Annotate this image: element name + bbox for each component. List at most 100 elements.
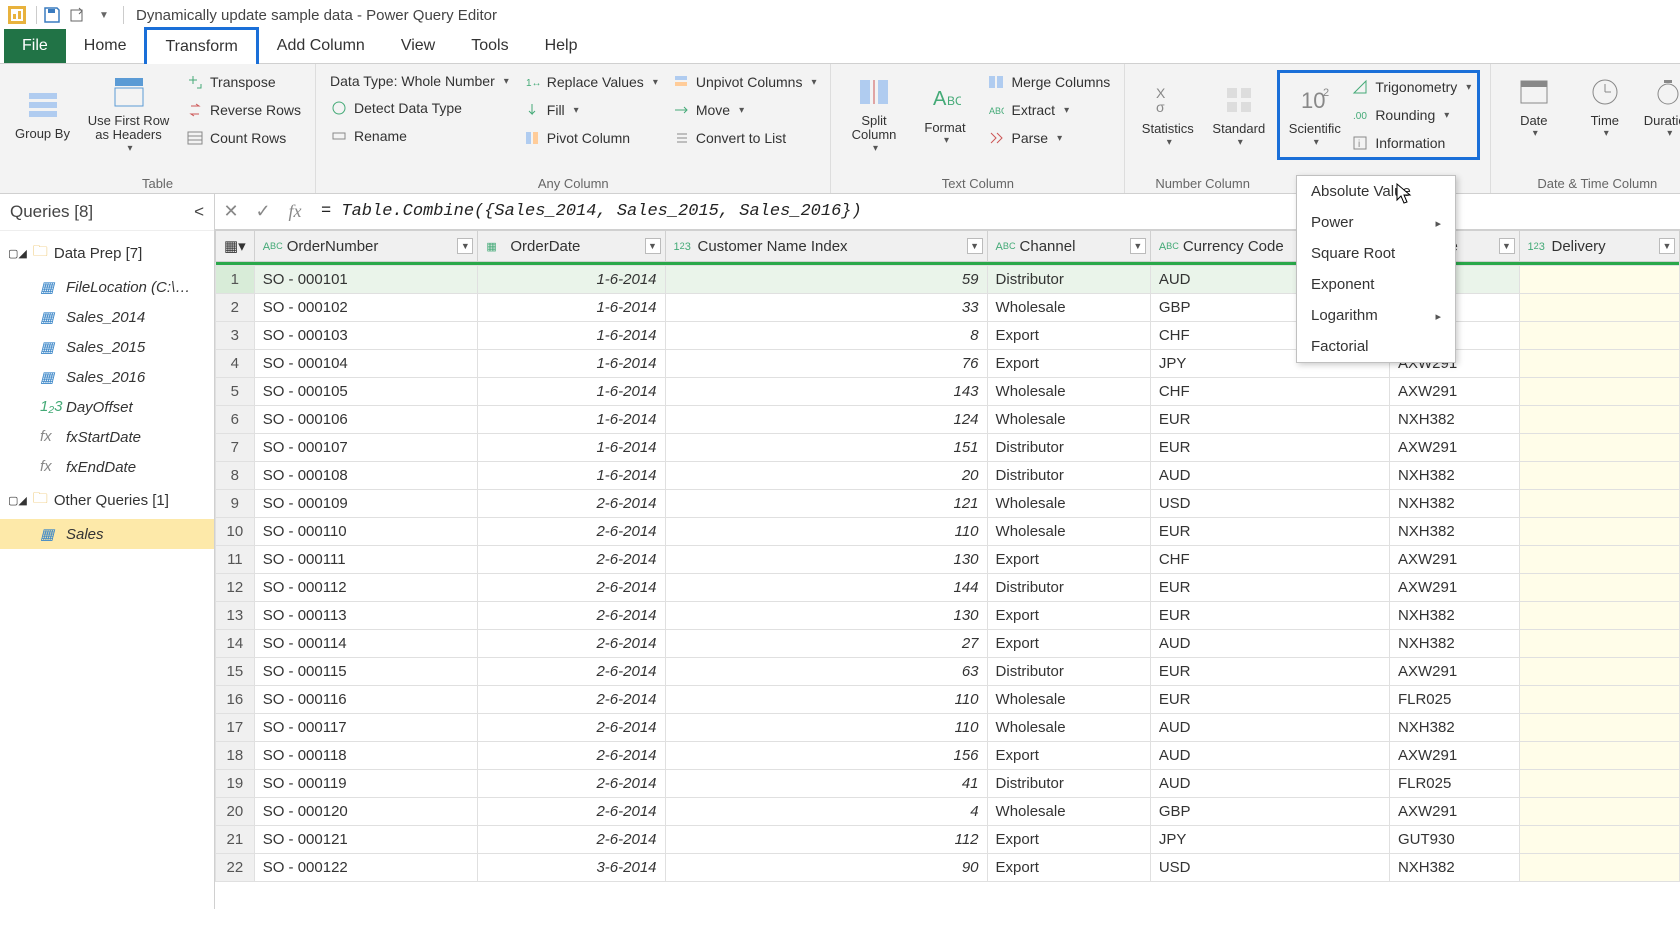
- tab-help[interactable]: Help: [527, 29, 596, 63]
- tree-item[interactable]: ▦FileLocation (C:\…: [0, 272, 214, 302]
- menu-absolute-value[interactable]: Absolute Value: [1297, 176, 1455, 207]
- table-row[interactable]: 22 SO - 000122 3-6-2014 90 Export USD NX…: [216, 854, 1680, 882]
- tree-item[interactable]: 1₂3DayOffset: [0, 392, 214, 422]
- tab-tools[interactable]: Tools: [453, 29, 526, 63]
- unpivot-button[interactable]: Unpivot Columns: [668, 70, 821, 94]
- tab-view[interactable]: View: [383, 29, 453, 63]
- table-row[interactable]: 21 SO - 000121 2-6-2014 112 Export JPY G…: [216, 826, 1680, 854]
- convert-list-button[interactable]: Convert to List: [668, 126, 821, 150]
- tree-group-dataprep[interactable]: ▢◢ 🗀 Data Prep [7]: [0, 235, 214, 272]
- count-icon: [186, 129, 204, 147]
- merge-columns-button[interactable]: Merge Columns: [983, 70, 1114, 94]
- format-button[interactable]: ABC Format: [912, 70, 977, 158]
- formula-accept-button[interactable]: ✓: [247, 196, 279, 228]
- column-header[interactable]: ABCChannel▼: [987, 231, 1150, 262]
- table-row[interactable]: 19 SO - 000119 2-6-2014 41 Distributor A…: [216, 770, 1680, 798]
- trigonometry-button[interactable]: Trigonometry: [1347, 75, 1475, 99]
- tab-transform[interactable]: Transform: [144, 27, 258, 64]
- filter-icon[interactable]: ▼: [645, 238, 661, 254]
- tab-add-column[interactable]: Add Column: [259, 29, 383, 63]
- table-row[interactable]: 16 SO - 000116 2-6-2014 110 Wholesale EU…: [216, 686, 1680, 714]
- table-row[interactable]: 5 SO - 000105 1-6-2014 143 Wholesale CHF…: [216, 378, 1680, 406]
- table-row[interactable]: 2 SO - 000102 1-6-2014 33 Wholesale GBP: [216, 294, 1680, 322]
- menu-power[interactable]: Power: [1297, 207, 1455, 238]
- filter-icon[interactable]: ▼: [967, 238, 983, 254]
- cell-date: 2-6-2014: [478, 602, 665, 630]
- cell-delivery: [1519, 546, 1680, 574]
- detect-type-button[interactable]: Detect Data Type: [326, 96, 513, 120]
- table-row[interactable]: 15 SO - 000115 2-6-2014 63 Distributor E…: [216, 658, 1680, 686]
- filter-icon[interactable]: ▼: [1659, 238, 1675, 254]
- tree-item[interactable]: fxfxStartDate: [0, 422, 214, 452]
- parse-button[interactable]: Parse: [983, 126, 1114, 150]
- table-row[interactable]: 13 SO - 000113 2-6-2014 130 Export EUR N…: [216, 602, 1680, 630]
- qat-dropdown-icon[interactable]: ▼: [93, 4, 115, 26]
- column-header[interactable]: ▦OrderDate▼: [478, 231, 665, 262]
- collapse-icon[interactable]: <: [194, 202, 204, 222]
- table-row[interactable]: 6 SO - 000106 1-6-2014 124 Wholesale EUR…: [216, 406, 1680, 434]
- table-row[interactable]: 1 SO - 000101 1-6-2014 59 Distributor AU…: [216, 266, 1680, 294]
- formula-fx-icon[interactable]: fx: [279, 196, 311, 228]
- cell-index: 4: [665, 798, 987, 826]
- extract-button[interactable]: ABCExtract: [983, 98, 1114, 122]
- table-row[interactable]: 8 SO - 000108 1-6-2014 20 Distributor AU…: [216, 462, 1680, 490]
- table-row[interactable]: 20 SO - 000120 2-6-2014 4 Wholesale GBP …: [216, 798, 1680, 826]
- standard-button[interactable]: Standard: [1206, 70, 1271, 160]
- tree-item[interactable]: ▦Sales_2015: [0, 332, 214, 362]
- statistics-button[interactable]: Xσ Statistics: [1135, 70, 1200, 160]
- table-row[interactable]: 11 SO - 000111 2-6-2014 130 Export CHF A…: [216, 546, 1680, 574]
- count-rows-button[interactable]: Count Rows: [182, 126, 305, 150]
- rounding-button[interactable]: .00Rounding: [1347, 103, 1475, 127]
- tab-file[interactable]: File: [4, 29, 66, 63]
- transpose-button[interactable]: Transpose: [182, 70, 305, 94]
- save-icon[interactable]: [41, 4, 63, 26]
- table-row[interactable]: 18 SO - 000118 2-6-2014 156 Export AUD A…: [216, 742, 1680, 770]
- column-header[interactable]: ABCOrderNumber▼: [254, 231, 478, 262]
- pivot-button[interactable]: Pivot Column: [519, 126, 662, 150]
- table-row[interactable]: 10 SO - 000110 2-6-2014 110 Wholesale EU…: [216, 518, 1680, 546]
- table-row[interactable]: 7 SO - 000107 1-6-2014 151 Distributor E…: [216, 434, 1680, 462]
- column-header[interactable]: 123Customer Name Index▼: [665, 231, 987, 262]
- formula-cancel-button[interactable]: ✕: [215, 196, 247, 228]
- cell-warehouse: AXW291: [1389, 798, 1519, 826]
- column-header[interactable]: 123Delivery▼: [1519, 231, 1680, 262]
- move-button[interactable]: Move: [668, 98, 821, 122]
- use-first-row-button[interactable]: Use First Row as Headers: [81, 70, 176, 158]
- replace-values-button[interactable]: 1↔2Replace Values: [519, 70, 662, 94]
- menu-exponent[interactable]: Exponent: [1297, 269, 1455, 300]
- menu-logarithm[interactable]: Logarithm: [1297, 300, 1455, 331]
- tree-item-sales[interactable]: ▦Sales: [0, 519, 214, 549]
- formula-input[interactable]: = Table.Combine({Sales_2014, Sales_2015,…: [311, 202, 1680, 221]
- duration-button[interactable]: Duration: [1643, 70, 1680, 143]
- filter-icon[interactable]: ▼: [1499, 238, 1515, 254]
- table-row[interactable]: 9 SO - 000109 2-6-2014 121 Wholesale USD…: [216, 490, 1680, 518]
- menu-square-root[interactable]: Square Root: [1297, 238, 1455, 269]
- filter-icon[interactable]: ▼: [1130, 238, 1146, 254]
- tree-group-other[interactable]: ▢◢ 🗀 Other Queries [1]: [0, 482, 214, 519]
- table-row[interactable]: 17 SO - 000117 2-6-2014 110 Wholesale AU…: [216, 714, 1680, 742]
- date-button[interactable]: Date: [1501, 70, 1566, 143]
- split-column-button[interactable]: Split Column: [841, 70, 906, 158]
- menu-factorial[interactable]: Factorial: [1297, 331, 1455, 362]
- table-row[interactable]: 3 SO - 000103 1-6-2014 8 Export CHF GUT9…: [216, 322, 1680, 350]
- tab-home[interactable]: Home: [66, 29, 145, 63]
- rename-button[interactable]: Rename: [326, 124, 513, 148]
- group-by-button[interactable]: Group By: [10, 70, 75, 158]
- scientific-button[interactable]: 102 Scientific: [1282, 75, 1347, 155]
- information-button[interactable]: iInformation: [1347, 131, 1475, 155]
- time-button[interactable]: Time: [1572, 70, 1637, 143]
- table-row[interactable]: 12 SO - 000112 2-6-2014 144 Distributor …: [216, 574, 1680, 602]
- table-row[interactable]: 14 SO - 000114 2-6-2014 27 Export AUD NX…: [216, 630, 1680, 658]
- table-row[interactable]: 4 SO - 000104 1-6-2014 76 Export JPY AXW…: [216, 350, 1680, 378]
- corner-cell[interactable]: ▦▾: [216, 231, 255, 262]
- data-type-button[interactable]: Data Type: Whole Number: [326, 70, 513, 92]
- reverse-rows-button[interactable]: Reverse Rows: [182, 98, 305, 122]
- tree-item[interactable]: ▦Sales_2016: [0, 362, 214, 392]
- fill-button[interactable]: Fill: [519, 98, 662, 122]
- filter-icon[interactable]: ▼: [457, 238, 473, 254]
- data-grid[interactable]: ▦▾ABCOrderNumber▼▦OrderDate▼123Customer …: [215, 230, 1680, 882]
- tree-item[interactable]: fxfxEndDate: [0, 452, 214, 482]
- tree-item[interactable]: ▦Sales_2014: [0, 302, 214, 332]
- cell-currency: EUR: [1150, 574, 1389, 602]
- undo-icon[interactable]: [67, 4, 89, 26]
